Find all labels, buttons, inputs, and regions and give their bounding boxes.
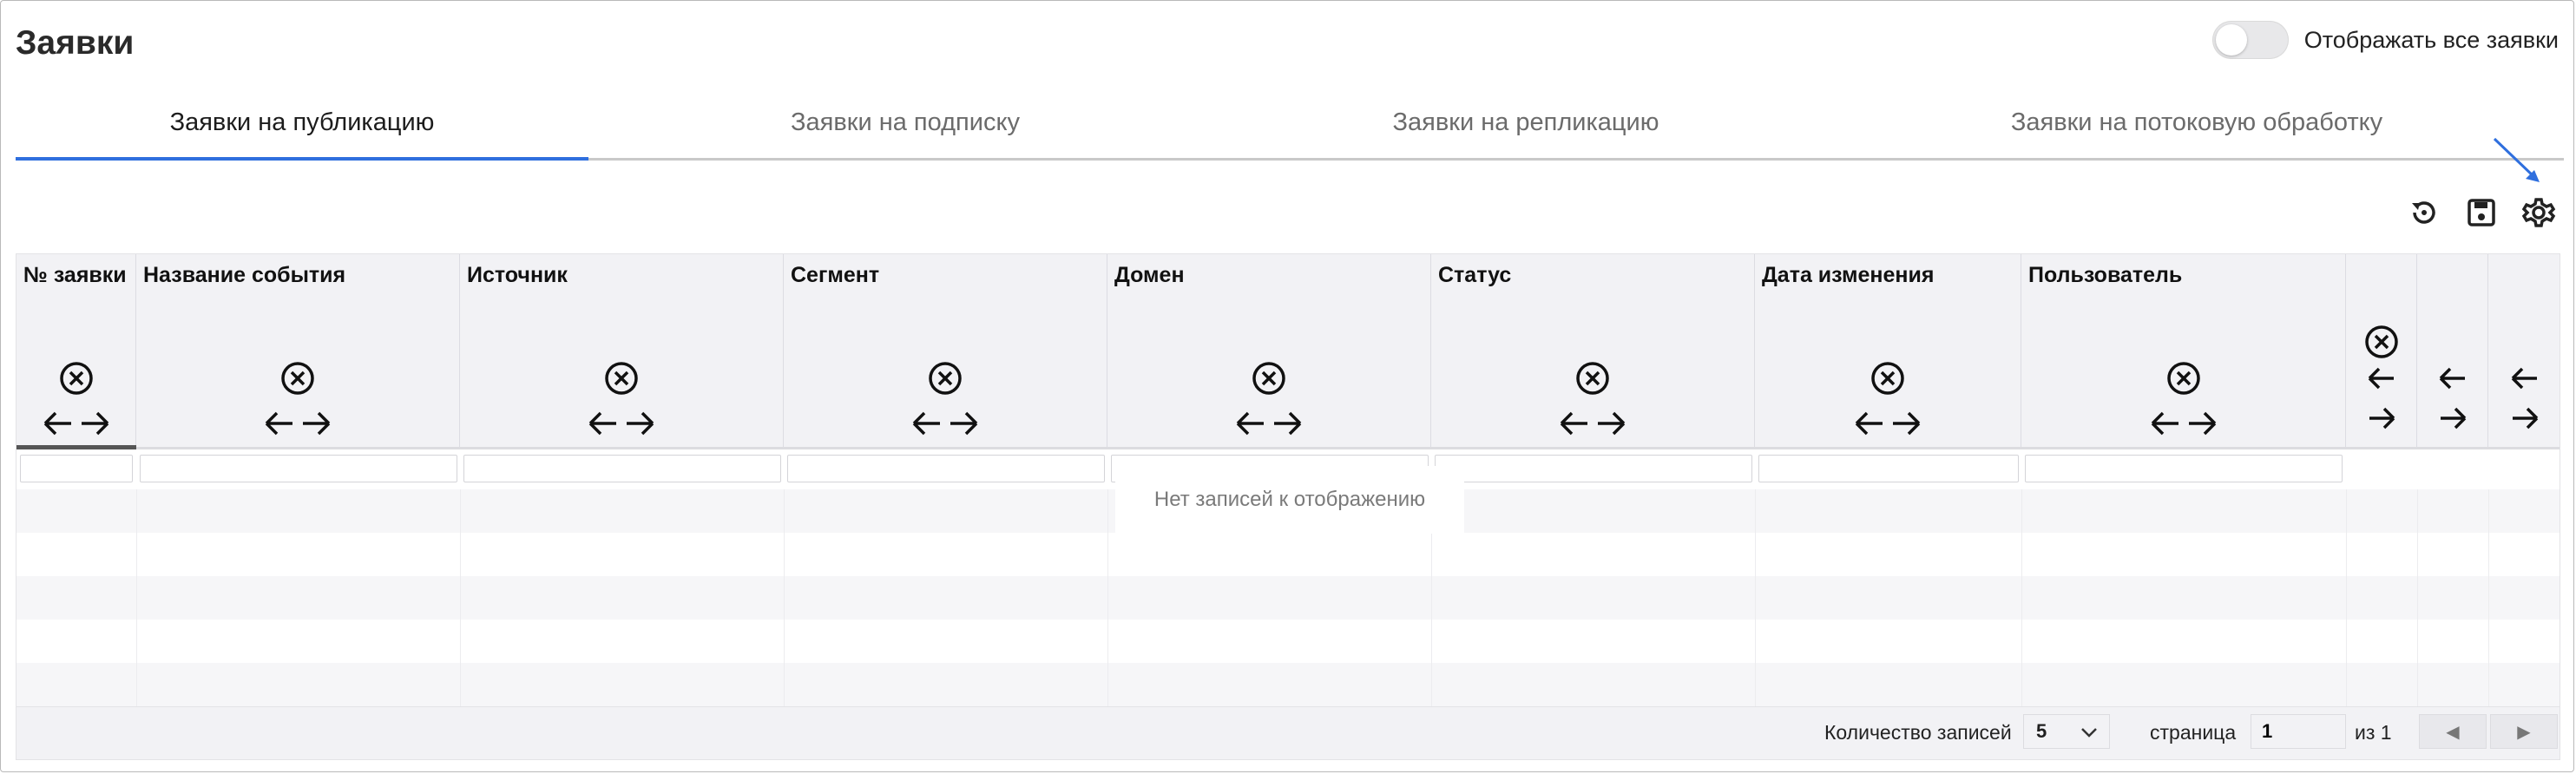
move-column-arrows-icon[interactable] [587, 407, 656, 440]
table-row [16, 620, 2560, 663]
column-header-label: Источник [467, 263, 568, 287]
column-header-label: Домен [1114, 263, 1185, 287]
filter-status-input[interactable] [1435, 455, 1752, 482]
remove-column-icon[interactable] [603, 360, 640, 397]
column-header-number[interactable]: № заявки [16, 254, 136, 449]
column-divider [2021, 489, 2022, 706]
annotation-arrow-icon [2493, 137, 2540, 182]
move-column-arrows-icon[interactable] [1234, 407, 1304, 440]
page-total-label: из 1 [2355, 721, 2392, 744]
move-column-arrows-icon[interactable] [1853, 407, 1922, 440]
column-divider [2417, 489, 2418, 706]
column-header-extra-1[interactable] [2346, 254, 2417, 447]
remove-column-icon[interactable] [1251, 360, 1287, 397]
column-header-label: Статус [1438, 263, 1512, 287]
column-header-segment[interactable]: Сегмент [784, 254, 1107, 447]
column-header-label: Дата изменения [1762, 263, 1935, 287]
next-page-button[interactable]: ▶ [2490, 714, 2558, 749]
tab-subscription[interactable]: Заявки на подписку [588, 87, 1222, 158]
remove-column-icon[interactable] [1870, 360, 1906, 397]
settings-button[interactable] [2519, 193, 2559, 233]
move-left-arrow-icon[interactable] [2437, 364, 2468, 393]
column-header-extra-2[interactable] [2417, 254, 2488, 447]
column-header-status[interactable]: Статус [1431, 254, 1755, 447]
column-divider [136, 489, 137, 706]
tab-publication[interactable]: Заявки на публикацию [16, 87, 588, 161]
settings-icon [2521, 198, 2556, 227]
remove-column-icon[interactable] [2165, 360, 2202, 397]
page-size-value: 5 [2036, 720, 2047, 742]
move-right-arrow-icon[interactable] [2509, 403, 2540, 433]
empty-message: Нет записей к отображению [1115, 466, 1464, 534]
table-row [16, 533, 2560, 576]
move-right-arrow-icon[interactable] [2366, 403, 2397, 433]
move-column-arrows-icon[interactable] [263, 407, 332, 440]
filter-modified-date-input[interactable] [1758, 455, 2019, 482]
save-button[interactable] [2461, 193, 2501, 233]
filter-number-input[interactable] [20, 455, 133, 482]
column-divider [784, 489, 785, 706]
chevron-down-icon [2081, 728, 2097, 738]
column-header-source[interactable]: Источник [460, 254, 784, 447]
move-column-arrows-icon[interactable] [2149, 407, 2218, 440]
remove-column-icon[interactable] [1574, 360, 1611, 397]
column-divider [460, 489, 461, 706]
column-header-modified-date[interactable]: Дата изменения [1755, 254, 2021, 447]
tab-stream-processing[interactable]: Заявки на потоковую обработку [1830, 87, 2564, 158]
show-all-toggle-label: Отображать все заявки [2303, 26, 2559, 53]
remove-column-icon[interactable] [927, 360, 963, 397]
column-header-domain[interactable]: Домен [1107, 254, 1431, 447]
filter-event-name-input[interactable] [140, 455, 457, 482]
prev-page-icon: ◀ [2446, 722, 2460, 742]
filter-user-input[interactable] [2025, 455, 2343, 482]
show-all-toggle-group: Отображать все заявки [2211, 21, 2559, 59]
column-header-label: Пользователь [2028, 263, 2183, 287]
column-divider [2346, 489, 2347, 706]
move-column-arrows-icon[interactable] [910, 407, 980, 440]
grid-header-row: № заявки Название события Источник Сегме… [16, 254, 2560, 449]
page-size-select[interactable]: 5 [2023, 714, 2110, 749]
move-column-arrows-icon[interactable] [1558, 407, 1627, 440]
column-header-label: Название события [143, 263, 346, 287]
move-left-arrow-icon[interactable] [2366, 364, 2397, 393]
data-grid: № заявки Название события Источник Сегме… [16, 253, 2560, 760]
column-divider [1107, 489, 1108, 706]
remove-column-icon[interactable] [58, 360, 95, 397]
tabs-bar: Заявки на публикацию Заявки на подписку … [16, 87, 2564, 161]
column-divider [2488, 489, 2489, 706]
filter-segment-input[interactable] [787, 455, 1105, 482]
reset-icon [2412, 201, 2435, 224]
table-row [16, 576, 2560, 620]
filter-source-input[interactable] [463, 455, 781, 482]
show-all-toggle[interactable] [2211, 21, 2289, 59]
page-title: Заявки [16, 24, 135, 62]
column-header-extra-3[interactable] [2488, 254, 2560, 447]
tab-replication[interactable]: Заявки на репликацию [1222, 87, 1830, 158]
reset-button[interactable] [2404, 193, 2444, 233]
remove-column-icon[interactable] [279, 360, 316, 397]
page-label: страница [2150, 721, 2237, 744]
grid-pager: Количество записей 5 страница из 1 ◀ ▶ [16, 706, 2560, 759]
save-icon [2468, 199, 2495, 226]
remove-column-icon[interactable] [2363, 324, 2400, 360]
column-header-label: № заявки [23, 263, 127, 287]
next-page-icon: ▶ [2517, 722, 2531, 742]
page-number-input[interactable] [2251, 714, 2346, 749]
prev-page-button[interactable]: ◀ [2419, 714, 2487, 749]
move-column-arrows-icon[interactable] [42, 407, 111, 440]
column-header-user[interactable]: Пользователь [2021, 254, 2346, 447]
column-divider [1755, 489, 1756, 706]
table-row [16, 663, 2560, 706]
move-left-arrow-icon[interactable] [2509, 364, 2540, 393]
records-count-label: Количество записей [1824, 721, 2012, 744]
grid-toolbar [2404, 193, 2559, 233]
move-right-arrow-icon[interactable] [2437, 403, 2468, 433]
column-header-label: Сегмент [791, 263, 880, 287]
column-header-event-name[interactable]: Название события [136, 254, 460, 447]
